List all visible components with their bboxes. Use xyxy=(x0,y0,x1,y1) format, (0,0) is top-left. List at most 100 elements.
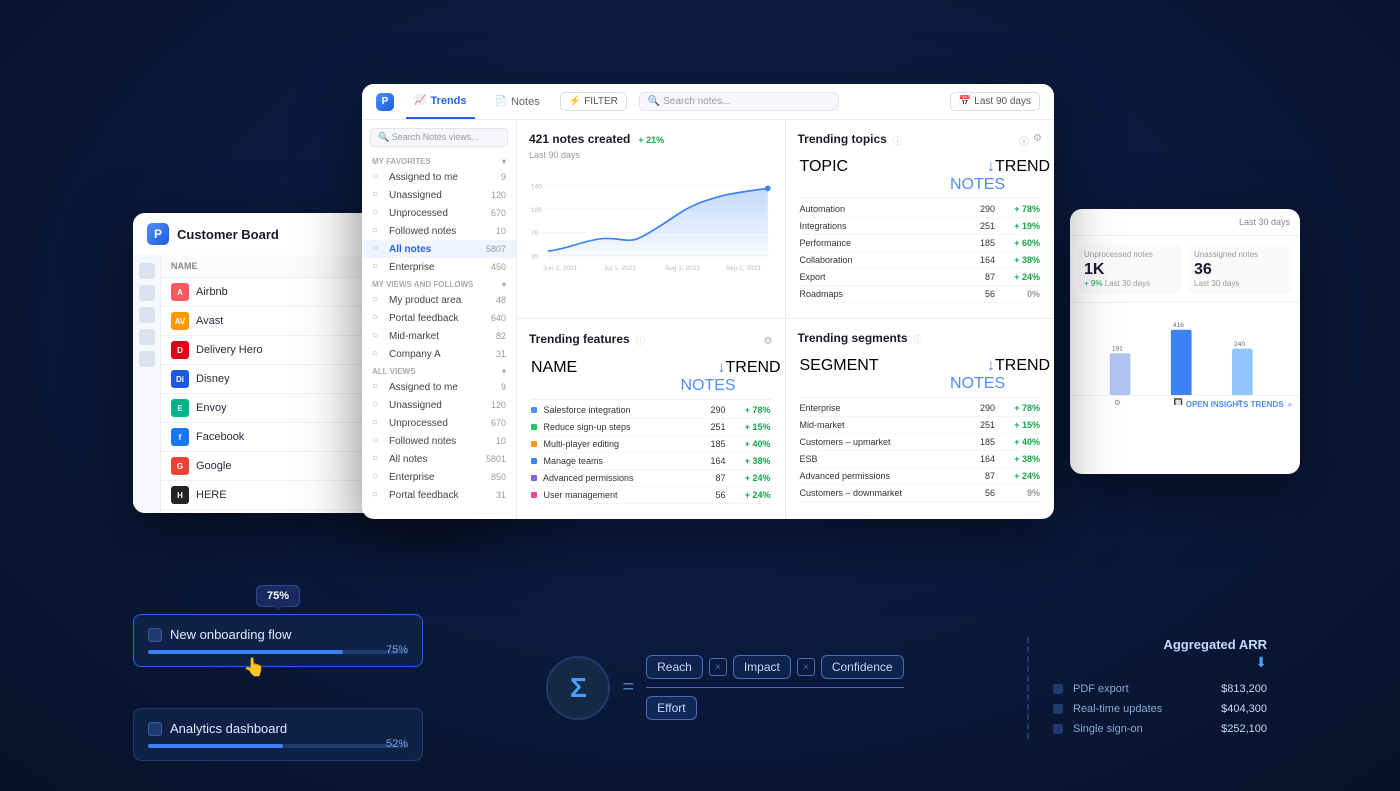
svg-text:70: 70 xyxy=(531,230,539,237)
sidebar-item[interactable]: ○ All notes 5807 xyxy=(362,240,516,258)
effort-tag[interactable]: Effort xyxy=(646,696,696,720)
notes-created-panel: 421 notes created + 21% Last 90 days xyxy=(517,120,786,319)
sidebar-item[interactable]: ○ Assigned to me 9 xyxy=(362,168,516,186)
cb-logo-icon: P xyxy=(147,223,169,245)
segment-row: ESB 164 + 38% xyxy=(800,451,1041,468)
view-item-icon: ○ xyxy=(372,294,384,306)
svg-text:Sep 1, 2021: Sep 1, 2021 xyxy=(726,265,762,272)
trending-features-title: Trending features xyxy=(529,332,630,346)
arr-info-icon: ⬇ xyxy=(1053,654,1267,671)
all-views-item-label: Unprocessed xyxy=(389,418,486,429)
all-views-item[interactable]: ○ All notes 5801 xyxy=(362,450,516,468)
arr-item-value: $404,300 xyxy=(1197,703,1267,715)
open-insights-trends-btn[interactable]: OPEN INSIGHTS TRENDS xyxy=(1186,400,1284,409)
sidebar-item[interactable]: ○ Unassigned 120 xyxy=(362,186,516,204)
onboarding-checkbox-row: New onboarding flow xyxy=(148,627,408,642)
sidebar-view-item[interactable]: ○ Mid-market 82 xyxy=(362,327,516,345)
all-views-item[interactable]: ○ Followed notes 10 xyxy=(362,432,516,450)
date-range-label: Last 90 days xyxy=(974,96,1031,107)
view-item-label: Portal feedback xyxy=(389,313,486,324)
notes-trend-badge: + 21% xyxy=(638,135,664,145)
features-settings-icon[interactable]: ⚙ xyxy=(764,336,773,347)
trends-main: 421 notes created + 21% Last 90 days xyxy=(517,120,1054,519)
bottom-section: 75% New onboarding flow 75% 👆 Analytics … xyxy=(0,614,1400,761)
all-views-item[interactable]: ○ Unassigned 120 xyxy=(362,396,516,414)
insights-date-label: Last 30 days xyxy=(1239,217,1290,227)
seg-col-trend-header: TREND xyxy=(995,357,1040,393)
arr-item-label: Real-time updates xyxy=(1073,703,1187,715)
onboarding-checkbox[interactable] xyxy=(148,628,162,642)
topic-name: Export xyxy=(800,272,951,282)
onboarding-pct: 75% xyxy=(386,644,408,656)
reach-tag[interactable]: Reach xyxy=(646,655,703,679)
sidebar-item-label: Unassigned xyxy=(389,190,486,201)
all-views-item-count: 10 xyxy=(496,436,506,446)
arr-row: Single sign-on $252,100 xyxy=(1053,719,1267,739)
multiply-2-icon: × xyxy=(797,658,815,676)
tab-trends[interactable]: 📈 Trends xyxy=(406,84,475,119)
sidebar-item[interactable]: ○ Followed notes 10 xyxy=(362,222,516,240)
info-btn[interactable]: ⓘ xyxy=(1019,133,1029,148)
all-views-item[interactable]: ○ Unprocessed 670 xyxy=(362,414,516,432)
sidebar-item-count: 670 xyxy=(491,208,506,218)
topics-rows: Automation 290 + 78% Integrations 251 + … xyxy=(800,201,1041,303)
col-trend-header: TREND xyxy=(995,158,1040,194)
arr-rows: PDF export $813,200 Real-time updates $4… xyxy=(1053,679,1267,739)
trending-segments-panel: Trending segments ⓘ SEGMENT ↓ NOTES TREN… xyxy=(786,319,1055,519)
all-views-item[interactable]: ○ Assigned to me 9 xyxy=(362,378,516,396)
all-views-item-count: 850 xyxy=(491,472,506,482)
sidebar-item-count: 9 xyxy=(501,172,506,182)
topic-name: Collaboration xyxy=(800,255,951,265)
sidebar-item[interactable]: ○ Unprocessed 670 xyxy=(362,204,516,222)
unassigned-value: 36 xyxy=(1194,261,1286,279)
settings-btn[interactable]: ⚙ xyxy=(1033,133,1042,148)
impact-tag[interactable]: Impact xyxy=(733,655,791,679)
sidebar-item[interactable]: ○ Enterprise 450 xyxy=(362,258,516,276)
formula-equals: = xyxy=(622,676,634,699)
all-views-item-label: All notes xyxy=(389,454,481,465)
feature-row: Manage teams 164 + 38% xyxy=(531,453,771,470)
topic-trend: 0% xyxy=(995,289,1040,299)
sidebar-view-item[interactable]: ○ Portal feedback 640 xyxy=(362,309,516,327)
all-views-item-count: 120 xyxy=(491,400,506,410)
feature-notes: 290 xyxy=(681,405,726,415)
all-views-item-icon: ○ xyxy=(372,435,384,447)
progress-tooltip: 75% xyxy=(256,585,300,607)
confidence-tag[interactable]: Confidence xyxy=(821,655,904,679)
sidebar-view-item[interactable]: ○ Company A 31 xyxy=(362,345,516,363)
formula-divider xyxy=(646,687,903,688)
analytics-checkbox[interactable] xyxy=(148,722,162,736)
favorites-label: MY FAVORITES ▾ xyxy=(362,153,516,168)
sidebar-search[interactable]: 🔍 Search Notes views... xyxy=(370,128,508,147)
sidebar-item-label: Enterprise xyxy=(389,262,486,273)
all-views-item[interactable]: ○ Portal feedback 31 xyxy=(362,486,516,504)
feature-trend: + 24% xyxy=(726,473,771,483)
sidebar-view-item[interactable]: ○ My product area 48 xyxy=(362,291,516,309)
segment-trend: + 24% xyxy=(995,471,1040,481)
feature-name: Reduce sign-up steps xyxy=(531,422,681,432)
seg-col-notes-header: ↓ NOTES xyxy=(950,357,995,393)
topic-notes: 251 xyxy=(950,221,995,231)
arr-row: PDF export $813,200 xyxy=(1053,679,1267,699)
filter-button[interactable]: ⚡ FILTER xyxy=(560,92,627,111)
segments-rows: Enterprise 290 + 78% Mid-market 251 + 15… xyxy=(800,400,1041,502)
feature-row: Advanced permissions 87 + 24% xyxy=(531,470,771,487)
all-views-item[interactable]: ○ Enterprise 850 xyxy=(362,468,516,486)
notes-chart: 35 70 105 140 Jun 1, 2021 Jul 1, 2021 Au… xyxy=(529,168,773,278)
feature-notes: 185 xyxy=(681,439,726,449)
trends-topbar: P 📈 Trends 📄 Notes ⚡ FILTER 🔍 Search not… xyxy=(362,84,1054,120)
unassigned-notes-stat: Unassigned notes 36 Last 30 days xyxy=(1188,244,1292,294)
search-notes-input[interactable]: 🔍 Search notes... xyxy=(639,92,839,111)
segment-name: Mid-market xyxy=(800,420,951,430)
date-range-button[interactable]: 📅 Last 90 days xyxy=(950,92,1040,111)
trending-topics-title: Trending topics xyxy=(798,132,887,146)
trending-segments-table: SEGMENT ↓ NOTES TREND Enterprise 290 + 7… xyxy=(798,353,1043,504)
trending-segments-title: Trending segments xyxy=(798,331,908,345)
all-views-item-count: 670 xyxy=(491,418,506,428)
feat-col-name-header: NAME xyxy=(531,359,681,395)
sidebar-icon-5 xyxy=(139,351,155,367)
tab-notes[interactable]: 📄 Notes xyxy=(487,84,548,119)
feature-trend: + 24% xyxy=(726,490,771,500)
topic-row: Integrations 251 + 19% xyxy=(800,218,1041,235)
feature-notes: 56 xyxy=(681,490,726,500)
